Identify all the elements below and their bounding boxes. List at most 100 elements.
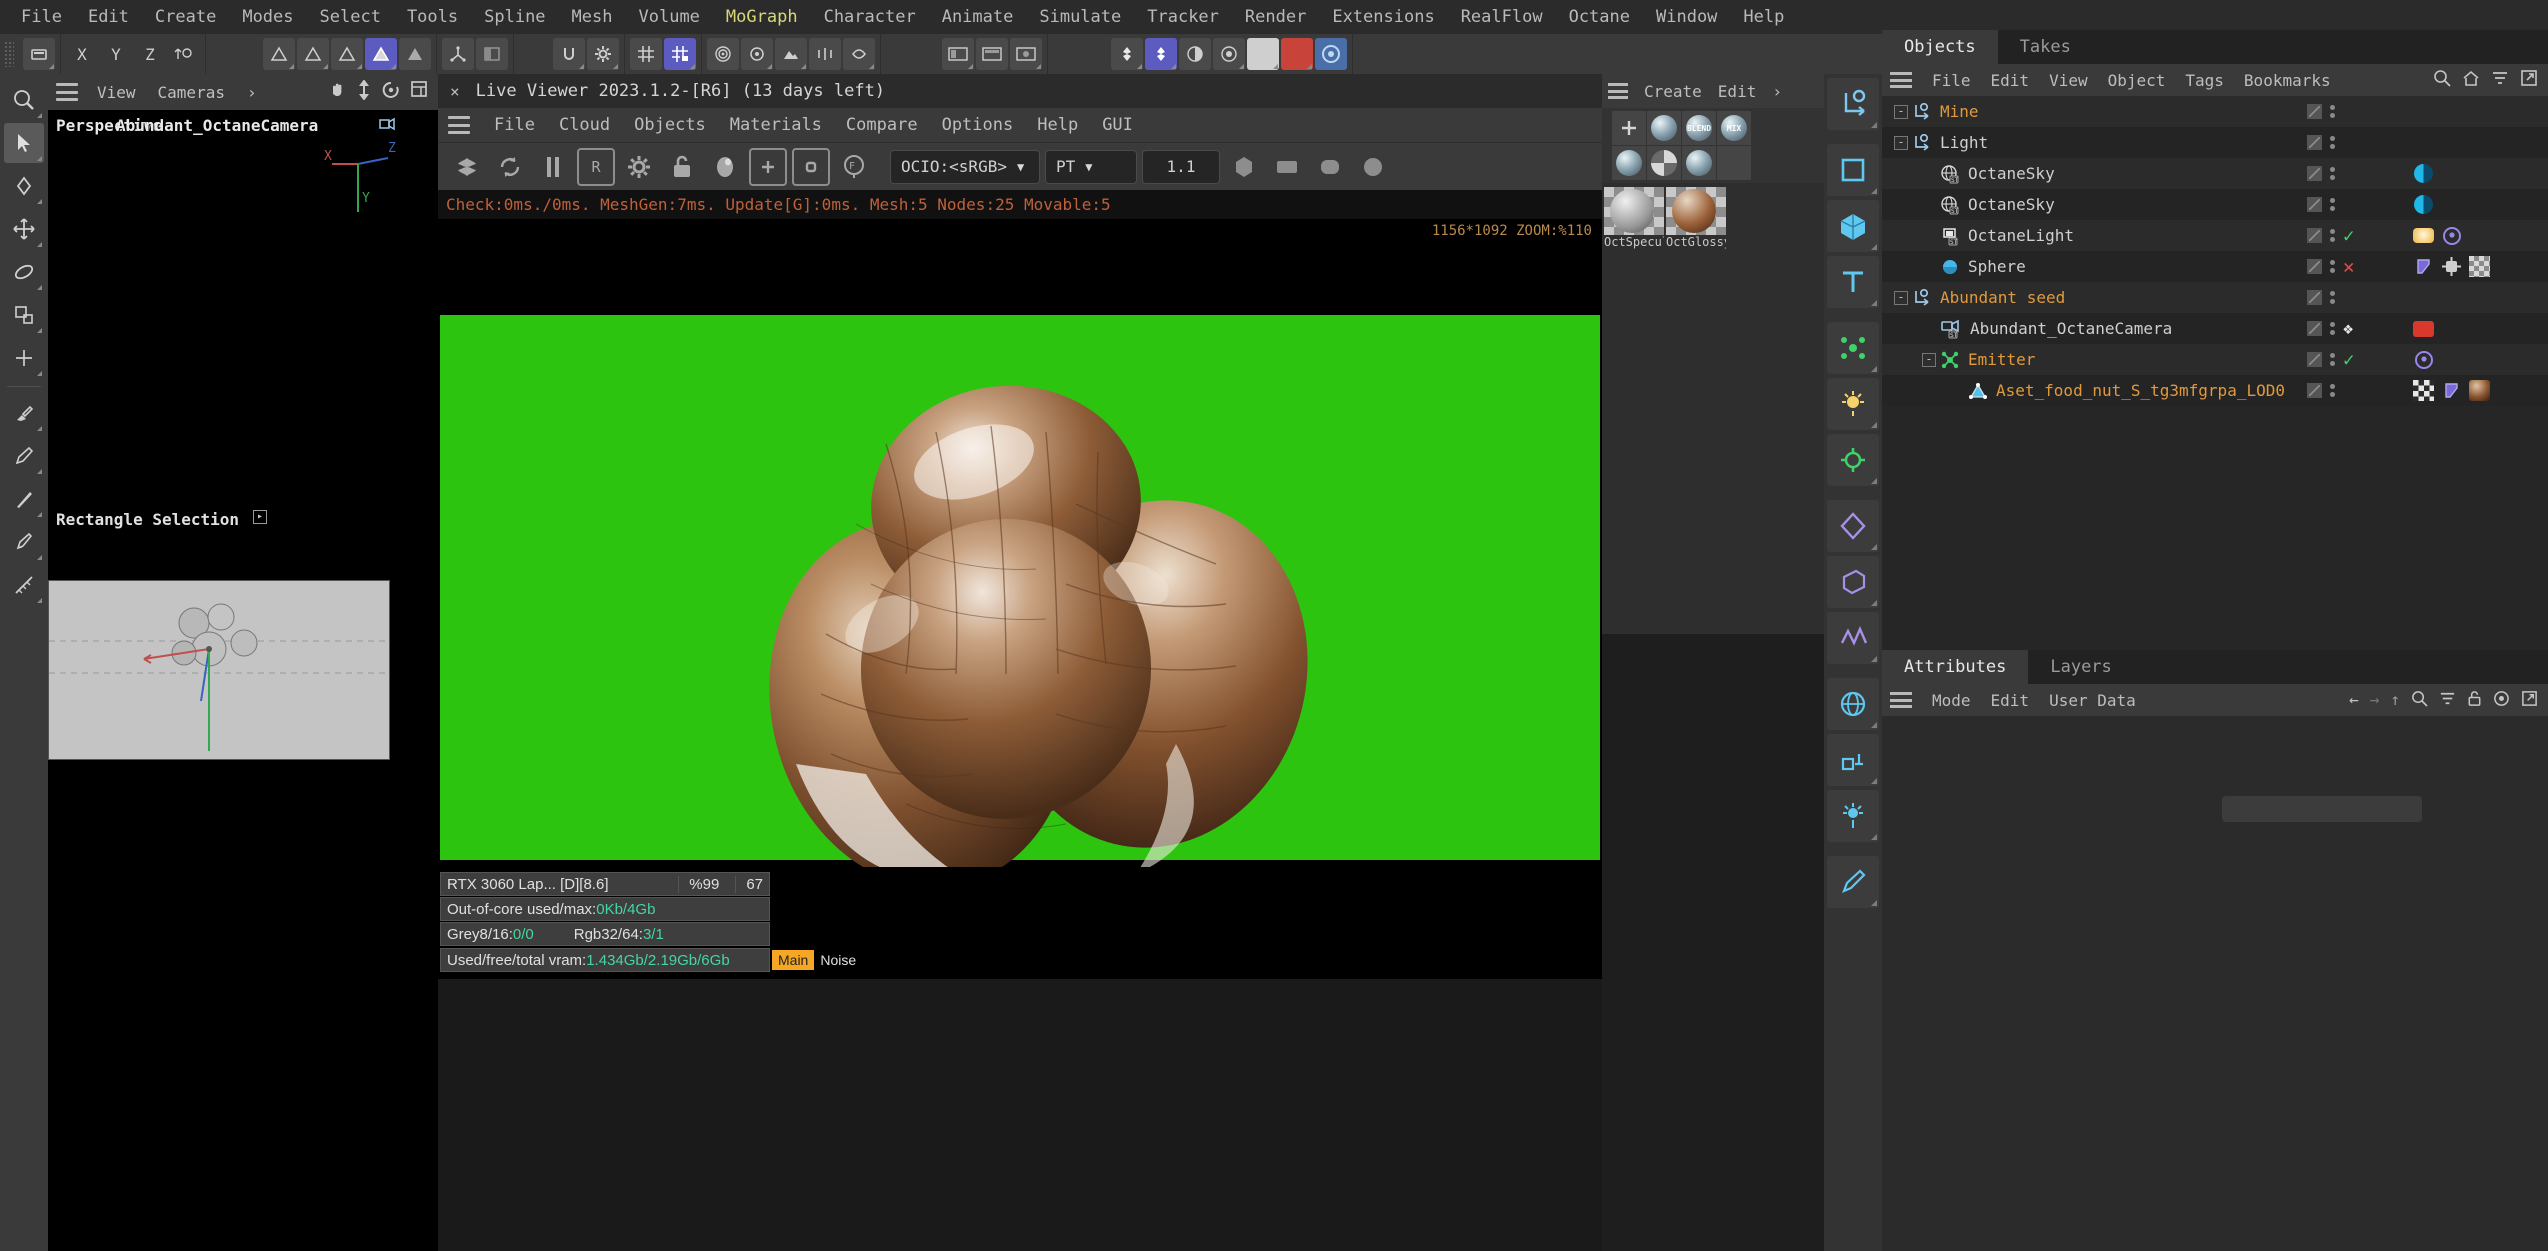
axis-z-button[interactable]: Z (134, 38, 166, 70)
back-arrow-icon[interactable]: ← (2349, 690, 2359, 711)
grid-icon[interactable] (630, 38, 662, 70)
menu-item-mesh[interactable]: Mesh (559, 0, 626, 34)
material-preset-checker[interactable] (1647, 146, 1681, 180)
menu-item-window[interactable]: Window (1643, 0, 1730, 34)
lv-menu-help[interactable]: Help (1025, 115, 1090, 135)
crop-region-icon[interactable] (792, 147, 830, 186)
edit-state-box[interactable] (2307, 383, 2322, 398)
filter-icon[interactable] (2491, 69, 2509, 91)
maximize-view-icon[interactable] (410, 80, 428, 105)
menu-item-volume[interactable]: Volume (626, 0, 713, 34)
close-icon[interactable]: × (446, 82, 464, 101)
object-row[interactable]: ST OctaneSky (1882, 189, 2548, 220)
attr-menu-mode[interactable]: Mode (1922, 691, 1981, 710)
octane-contrast-icon[interactable] (1179, 38, 1211, 70)
lock-icon[interactable] (2467, 690, 2482, 711)
om-menu-file[interactable]: File (1922, 71, 1981, 90)
tab-takes[interactable]: Takes (1998, 30, 2093, 64)
object-row[interactable]: - Abundant seed (1882, 282, 2548, 313)
visibility-dots[interactable] (2330, 198, 2335, 211)
add-region-icon[interactable] (749, 147, 787, 186)
object-row[interactable]: - Light (1882, 127, 2548, 158)
tab-objects[interactable]: Objects (1882, 30, 1998, 64)
om-menu-view[interactable]: View (2039, 71, 2098, 90)
attr-menu-edit[interactable]: Edit (1981, 691, 2040, 710)
viewport-menu-icon[interactable] (56, 83, 78, 101)
measure-icon[interactable] (4, 565, 44, 605)
workplane-icon[interactable] (442, 38, 474, 70)
menu-item-animate[interactable]: Animate (929, 0, 1027, 34)
popout-icon[interactable] (2521, 690, 2538, 711)
octane-logo-icon[interactable] (1315, 38, 1347, 70)
visibility-dots[interactable] (2330, 260, 2335, 273)
axis-y-button[interactable]: Y (100, 38, 132, 70)
point-mode-icon[interactable] (263, 38, 295, 70)
rounded-shape-icon[interactable] (1311, 148, 1349, 186)
camera-settings-icon[interactable] (1827, 434, 1879, 486)
edit-state-box[interactable] (2307, 259, 2322, 274)
material-menu-[interactable]: › (1764, 82, 1790, 101)
material-menu-create[interactable]: Create (1636, 82, 1710, 101)
rect-shape-icon[interactable] (1268, 148, 1306, 186)
edge-mode-icon[interactable] (297, 38, 329, 70)
tab-attributes[interactable]: Attributes (1882, 650, 2029, 684)
viewport-menu-cameras[interactable]: Cameras (149, 83, 234, 102)
search-icon[interactable] (2433, 69, 2451, 91)
nut-material-tag[interactable] (2468, 379, 2491, 402)
menu-item-spline[interactable]: Spline (471, 0, 558, 34)
object-toggles[interactable] (2307, 135, 2335, 150)
dynamics-icon[interactable] (1827, 734, 1879, 786)
attr-menu-user-data[interactable]: User Data (2039, 691, 2146, 710)
material-preset-specular[interactable] (1682, 146, 1716, 180)
octane-material-icon[interactable] (1247, 38, 1279, 70)
sky-tag[interactable] (2412, 193, 2435, 216)
edit-state-box[interactable] (2307, 135, 2322, 150)
scale-icon[interactable] (4, 295, 44, 335)
visibility-dots[interactable] (2330, 384, 2335, 397)
object-toggles[interactable]: ✓ (2307, 349, 2354, 371)
gamma-field[interactable]: 1.1 (1142, 149, 1220, 184)
forward-arrow-icon[interactable]: → (2370, 690, 2380, 711)
circle-shape-icon[interactable] (1354, 148, 1392, 186)
uv-tag[interactable] (2412, 379, 2435, 402)
menu-item-tracker[interactable]: Tracker (1134, 0, 1232, 34)
noise-pass-badge[interactable]: Noise (814, 950, 862, 970)
material-menu-icon[interactable] (1608, 83, 1628, 99)
object-toggles[interactable] (2307, 383, 2335, 398)
octane-obj-tag[interactable] (2440, 255, 2463, 278)
material-item[interactable]: OctSpecul (1604, 187, 1664, 249)
tree-expander[interactable]: - (1894, 104, 1908, 119)
object-toggles[interactable] (2307, 290, 2335, 305)
text-icon[interactable] (1827, 256, 1879, 308)
lv-menu-gui[interactable]: GUI (1090, 115, 1145, 135)
live-viewer-menu-icon[interactable] (448, 116, 470, 134)
object-toggles[interactable] (2307, 166, 2335, 181)
axis-x-button[interactable]: X (66, 38, 98, 70)
edit-state-box[interactable] (2307, 352, 2322, 367)
snap-settings-icon[interactable] (587, 38, 619, 70)
cube-icon[interactable] (1827, 200, 1879, 252)
object-toggles[interactable] (2307, 104, 2335, 119)
visibility-dots[interactable] (2330, 291, 2335, 304)
home-icon[interactable] (2462, 69, 2480, 91)
render-canvas[interactable]: 1156*1092 ZOOM:%110 RTX 3060 Lap... [D][… (438, 219, 1602, 979)
pen-icon[interactable] (4, 522, 44, 562)
deformer-icon[interactable] (843, 38, 875, 70)
menu-item-realflow[interactable]: RealFlow (1448, 0, 1556, 34)
dolly-icon[interactable] (356, 78, 372, 105)
phong-tag[interactable] (2412, 255, 2435, 278)
layout-settings-icon[interactable] (1010, 38, 1042, 70)
octane-render-icon[interactable] (1145, 38, 1177, 70)
target-tag[interactable] (2440, 224, 2463, 247)
live-selection-icon[interactable] (4, 80, 44, 120)
om-menu-bookmarks[interactable]: Bookmarks (2234, 71, 2341, 90)
menu-item-create[interactable]: Create (142, 0, 229, 34)
om-menu-object[interactable]: Object (2098, 71, 2176, 90)
enabled-check-icon[interactable]: ✓ (2343, 225, 2354, 247)
selection-arrow-icon[interactable] (4, 123, 44, 163)
deformer-icon[interactable] (1827, 500, 1879, 552)
lock-icon[interactable] (663, 148, 701, 186)
om-menu-edit[interactable]: Edit (1981, 71, 2040, 90)
object-row[interactable]: ST OctaneLight ✓ (1882, 220, 2548, 251)
menu-item-modes[interactable]: Modes (229, 0, 306, 34)
